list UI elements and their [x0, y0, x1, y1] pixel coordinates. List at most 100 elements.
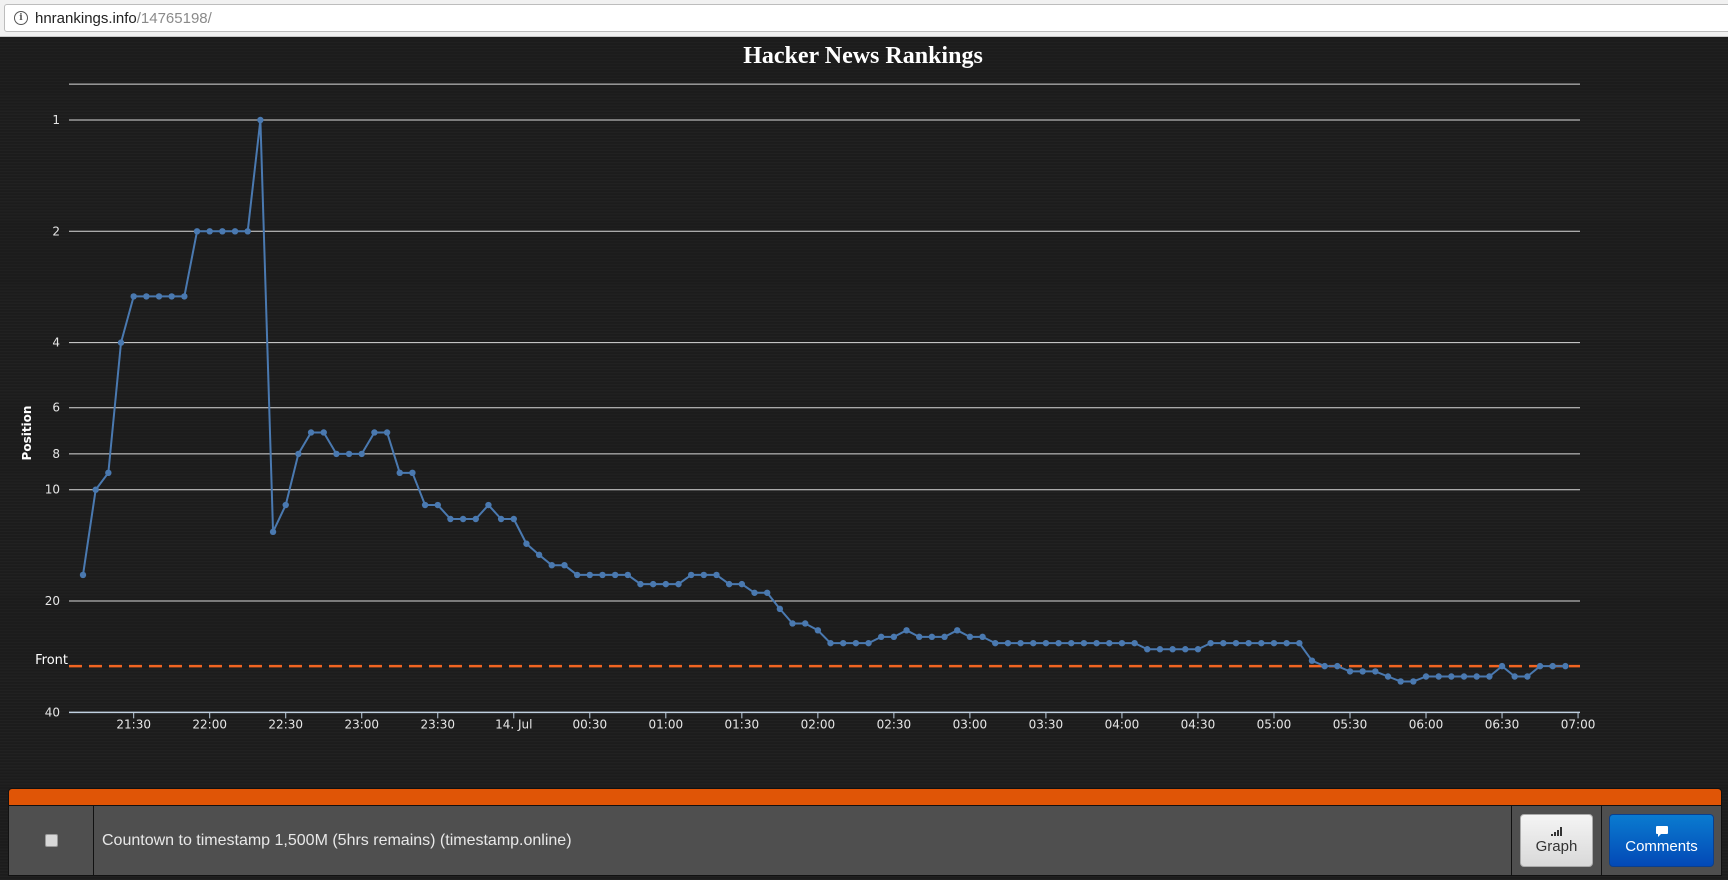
data-point — [649, 580, 657, 588]
data-point — [219, 228, 226, 235]
data-point — [573, 571, 581, 579]
data-point — [1106, 639, 1113, 647]
data-point — [1080, 639, 1088, 647]
data-point — [789, 620, 796, 627]
data-point — [1182, 646, 1189, 653]
x-tick-label: 03:30 — [1029, 717, 1064, 731]
data-point — [1296, 639, 1303, 647]
address-field[interactable]: i hnrankings.info /14765198/ — [4, 4, 1728, 32]
browser-url-bar: i hnrankings.info /14765198/ — [0, 0, 1728, 37]
data-point — [485, 501, 492, 509]
x-tick-label: 07:00 — [1561, 717, 1596, 731]
chart-title: Hacker News Rankings — [743, 43, 983, 69]
data-point — [865, 639, 872, 647]
x-tick-label: 01:00 — [649, 717, 684, 731]
y-axis-label: Position — [20, 406, 34, 461]
comments-button-label: Comments — [1625, 838, 1698, 855]
data-point — [383, 429, 391, 436]
checkbox-cell — [9, 806, 94, 875]
data-point — [611, 571, 619, 579]
data-point — [878, 633, 885, 641]
data-point — [1346, 668, 1354, 675]
x-tick-label: 06:30 — [1485, 717, 1520, 731]
data-point — [130, 293, 137, 300]
data-point — [1220, 639, 1227, 647]
data-point — [307, 429, 315, 436]
data-point — [561, 562, 568, 569]
data-point — [459, 515, 467, 523]
data-point — [1372, 668, 1379, 675]
y-tick-label: 2 — [52, 224, 60, 238]
data-point — [1562, 662, 1569, 670]
data-point — [1004, 639, 1012, 647]
grid-lines — [69, 83, 1580, 602]
x-tick-label: 02:00 — [801, 717, 836, 731]
data-point — [954, 627, 961, 634]
data-point — [231, 228, 239, 235]
data-point — [79, 571, 87, 579]
x-tick-label: 22:30 — [268, 717, 303, 731]
data-point — [548, 562, 555, 569]
x-tick-label: 05:30 — [1333, 717, 1368, 731]
signal-bars-icon — [1551, 826, 1562, 836]
story-checkbox[interactable] — [44, 834, 58, 847]
story-bar: Countown to timestamp 1,500M (5hrs remai… — [8, 788, 1722, 876]
data-point — [1232, 639, 1240, 647]
data-point — [1359, 668, 1366, 675]
data-point — [1144, 646, 1151, 653]
data-point — [1334, 662, 1341, 670]
data-point — [472, 515, 479, 523]
data-point — [599, 571, 606, 579]
data-point — [827, 639, 834, 647]
y-tick-label: 40 — [45, 705, 60, 719]
x-tick-label: 03:00 — [953, 717, 988, 731]
info-icon[interactable]: i — [14, 11, 28, 25]
graph-button[interactable]: Graph — [1520, 814, 1593, 867]
x-tick-label: 23:30 — [420, 717, 455, 731]
data-point — [966, 633, 974, 641]
data-point — [1207, 639, 1214, 647]
data-point — [523, 540, 530, 547]
data-point — [763, 589, 771, 596]
data-point — [117, 339, 125, 346]
data-point — [181, 293, 188, 300]
data-point — [1486, 673, 1493, 680]
story-title[interactable]: Countown to timestamp 1,500M (5hrs remai… — [94, 806, 1511, 875]
url-host: hnrankings.info — [35, 9, 137, 27]
data-point — [1549, 662, 1556, 670]
data-point — [497, 515, 505, 523]
data-point — [916, 633, 923, 641]
x-tick-label: 00:30 — [573, 717, 608, 731]
x-tick-label: 22:00 — [192, 717, 227, 731]
data-point — [244, 228, 251, 235]
data-point — [1169, 646, 1176, 653]
data-point — [1384, 673, 1392, 680]
x-tick-label: 02:30 — [877, 717, 912, 731]
data-point — [396, 469, 403, 477]
data-point — [1258, 639, 1265, 647]
plot-lines: Front — [35, 653, 1580, 668]
data-point — [1524, 673, 1531, 680]
x-tick-label: 23:00 — [344, 717, 379, 731]
data-point — [624, 571, 632, 579]
data-point — [1118, 639, 1126, 647]
x-tick-label: 21:30 — [116, 717, 151, 731]
y-axis-ticks: 1 2 4 6 8 10 20 40 — [45, 113, 60, 719]
story-bar-header — [9, 789, 1721, 806]
data-point — [92, 486, 99, 493]
data-point — [345, 450, 353, 458]
story-row: Countown to timestamp 1,500M (5hrs remai… — [9, 806, 1721, 875]
data-point — [903, 627, 910, 634]
rankings-chart: Hacker News Rankings 1 2 4 6 8 10 20 40 Positio… — [20, 43, 1596, 731]
data-point — [1283, 639, 1290, 647]
comments-button[interactable]: Comments — [1609, 814, 1714, 867]
data-point — [586, 571, 593, 579]
data-point — [1536, 662, 1544, 670]
data-point — [840, 639, 847, 647]
data-point — [725, 580, 733, 588]
graph-button-label: Graph — [1535, 837, 1578, 855]
series-position — [79, 116, 1569, 685]
data-point — [700, 571, 708, 579]
data-point — [358, 450, 365, 458]
data-point — [409, 469, 416, 477]
